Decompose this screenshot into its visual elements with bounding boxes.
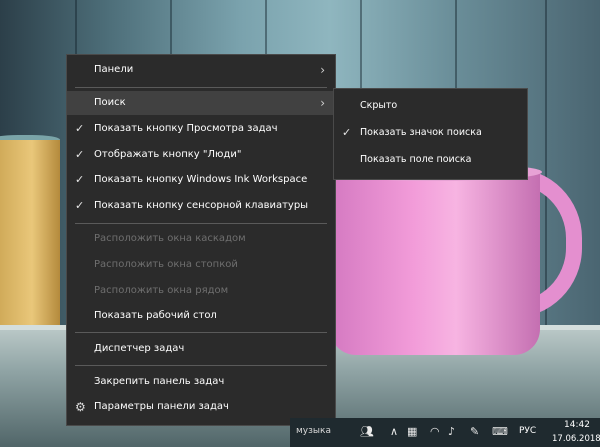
checkmark-icon: ✓ (342, 126, 352, 139)
checkmark-icon: ✓ (75, 173, 85, 186)
network-icon[interactable]: ▦ (407, 425, 417, 438)
submenu-item-show-search-icon[interactable]: ✓ Показать значок поиска (334, 120, 527, 146)
chevron-right-icon: › (320, 96, 325, 110)
people-icon[interactable]: 👥︎ (360, 425, 374, 438)
menu-separator (75, 87, 327, 88)
menu-separator (75, 365, 327, 366)
menu-separator (75, 332, 327, 333)
gear-icon: ⚙ (75, 400, 86, 414)
submenu-item-show-search-box[interactable]: Показать поле поиска (334, 147, 527, 173)
menu-item-show-ink-workspace[interactable]: ✓ Показать кнопку Windows Ink Workspace (67, 168, 335, 192)
menu-item-show-task-view[interactable]: ✓ Показать кнопку Просмотра задач (67, 117, 335, 141)
menu-item-side-by-side-windows[interactable]: Расположить окна рядом (67, 279, 335, 303)
menu-item-search[interactable]: Поиск › (67, 91, 335, 115)
menu-item-show-touch-keyboard[interactable]: ✓ Показать кнопку сенсорной клавиатуры (67, 194, 335, 218)
chevron-up-icon[interactable]: ∧ (390, 425, 398, 438)
taskbar: музыка 👥︎ ∧ ▦ ◠ ♪ ✎ ⌨ РУС 14:42 17.06.20… (290, 418, 600, 447)
menu-item-stack-windows[interactable]: Расположить окна стопкой (67, 253, 335, 277)
menu-item-lock-taskbar[interactable]: Закрепить панель задач (67, 370, 335, 394)
menu-item-task-manager[interactable]: Диспетчер задач (67, 337, 335, 361)
menu-item-show-people[interactable]: ✓ Отображать кнопку "Люди" (67, 143, 335, 167)
menu-item-panels[interactable]: Панели › (67, 58, 335, 82)
menu-item-cascade-windows[interactable]: Расположить окна каскадом (67, 227, 335, 251)
checkmark-icon: ✓ (75, 122, 85, 135)
checkmark-icon: ✓ (75, 148, 85, 161)
checkmark-icon: ✓ (75, 199, 85, 212)
wifi-icon[interactable]: ◠ (430, 425, 440, 438)
menu-item-show-desktop[interactable]: Показать рабочий стол (67, 304, 335, 328)
volume-icon[interactable]: ♪ (448, 425, 455, 438)
pen-icon[interactable]: ✎ (470, 425, 479, 438)
submenu-item-hidden[interactable]: Скрыто (334, 93, 527, 119)
language-indicator[interactable]: РУС (519, 426, 536, 436)
chevron-right-icon: › (320, 63, 325, 77)
taskbar-context-menu: Панели › Поиск › ✓ Показать кнопку Просм… (66, 54, 336, 426)
search-submenu: Скрыто ✓ Показать значок поиска Показать… (333, 88, 528, 180)
taskbar-app-label[interactable]: музыка (296, 426, 331, 436)
menu-separator (75, 223, 327, 224)
keyboard-icon[interactable]: ⌨ (492, 425, 508, 438)
menu-item-taskbar-settings[interactable]: ⚙ Параметры панели задач (67, 395, 335, 419)
clock-date[interactable]: 17.06.2018 (552, 434, 600, 444)
clock-time[interactable]: 14:42 (555, 420, 599, 430)
